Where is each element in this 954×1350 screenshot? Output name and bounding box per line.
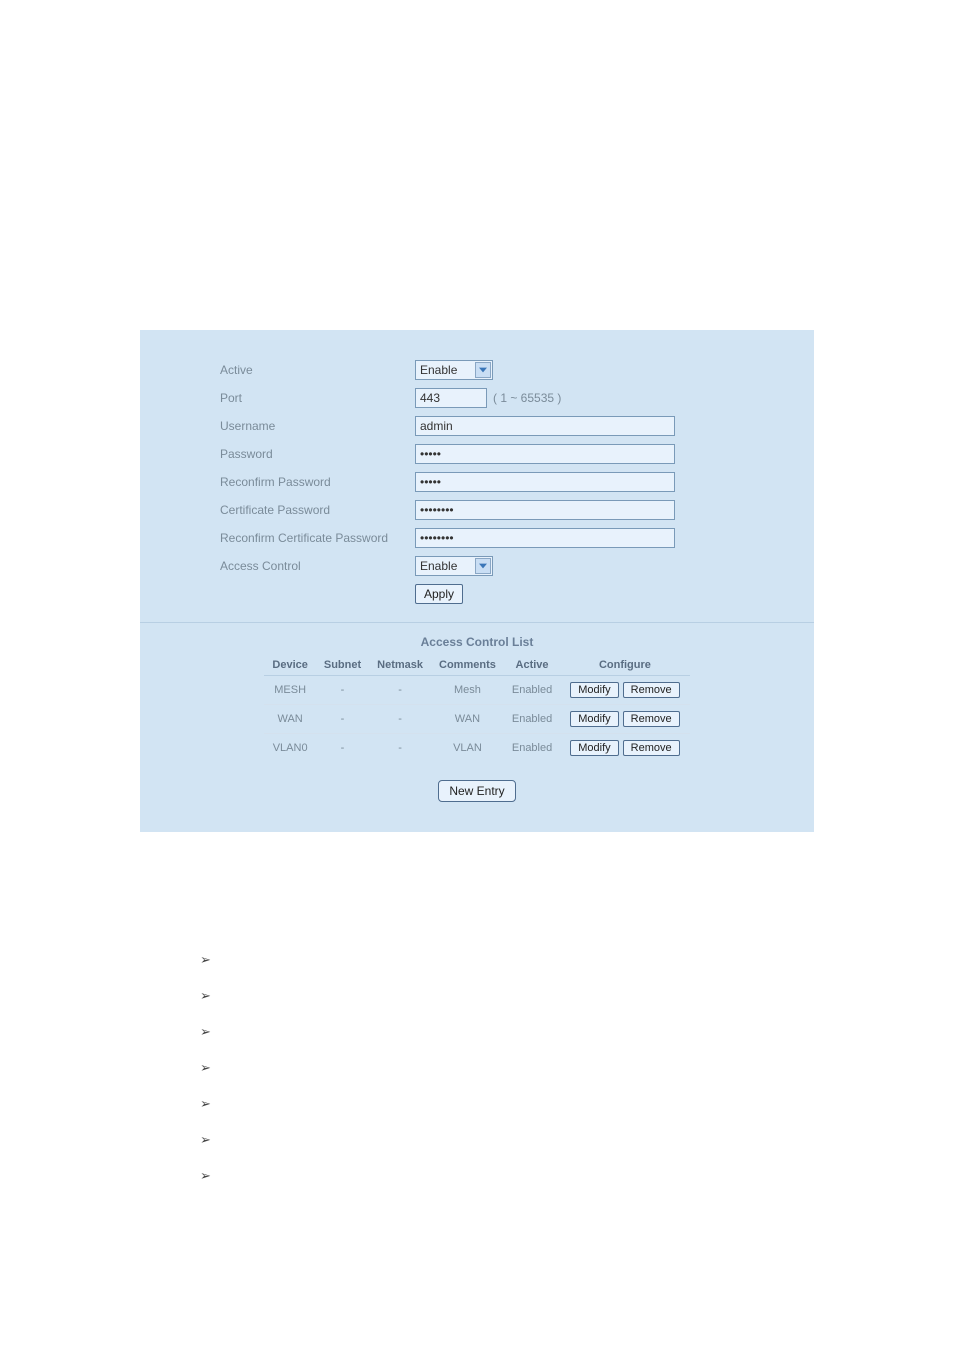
port-hint: ( 1 ~ 65535 ) <box>493 391 561 405</box>
bullet-item: ➢ <box>200 1168 954 1184</box>
acl-header-subnet: Subnet <box>316 655 369 676</box>
label-certificate-password: Certificate Password <box>220 503 415 517</box>
cell-comments: Mesh <box>431 676 504 705</box>
acl-table: Device Subnet Netmask Comments Active Co… <box>264 655 689 762</box>
modify-button[interactable]: Modify <box>570 711 618 727</box>
cell-device: WAN <box>264 705 315 734</box>
row-reconfirm-certificate-password: Reconfirm Certificate Password <box>220 528 734 548</box>
bullet-item: ➢ <box>200 1096 954 1112</box>
bullet-list: ➢ ➢ ➢ ➢ ➢ ➢ ➢ <box>200 952 954 1184</box>
reconfirm-certificate-password-input[interactable] <box>415 528 675 548</box>
certificate-password-input[interactable] <box>415 500 675 520</box>
cell-device: VLAN0 <box>264 734 315 763</box>
chevron-down-icon <box>475 558 491 574</box>
new-entry-wrapper: New Entry <box>140 780 814 802</box>
label-username: Username <box>220 419 415 433</box>
bullet-item: ➢ <box>200 952 954 968</box>
row-access-control: Access Control Enable <box>220 556 734 576</box>
label-active: Active <box>220 363 415 377</box>
bullet-item: ➢ <box>200 1132 954 1148</box>
acl-header-active: Active <box>504 655 560 676</box>
table-row: VLAN0--VLANEnabledModifyRemove <box>264 734 689 763</box>
label-reconfirm-password: Reconfirm Password <box>220 475 415 489</box>
active-select[interactable]: Enable <box>415 360 493 380</box>
cell-active: Enabled <box>504 705 560 734</box>
chevron-down-icon <box>475 362 491 378</box>
cell-comments: WAN <box>431 705 504 734</box>
remove-button[interactable]: Remove <box>623 682 680 698</box>
access-control-select[interactable]: Enable <box>415 556 493 576</box>
settings-panel: Active Enable Port ( 1 ~ 65535 ) Usernam… <box>140 330 814 832</box>
acl-title: Access Control List <box>140 635 814 649</box>
label-password: Password <box>220 447 415 461</box>
username-input[interactable] <box>415 416 675 436</box>
access-control-select-value: Enable <box>418 559 479 573</box>
cell-comments: VLAN <box>431 734 504 763</box>
modify-button[interactable]: Modify <box>570 740 618 756</box>
row-username: Username <box>220 416 734 436</box>
cell-configure: Modify Remove <box>560 705 689 734</box>
bullet-item: ➢ <box>200 1024 954 1040</box>
acl-header-configure: Configure <box>560 655 689 676</box>
acl-header-device: Device <box>264 655 315 676</box>
cell-device: MESH <box>264 676 315 705</box>
divider <box>140 622 814 623</box>
row-certificate-password: Certificate Password <box>220 500 734 520</box>
row-port: Port ( 1 ~ 65535 ) <box>220 388 734 408</box>
acl-header-netmask: Netmask <box>369 655 431 676</box>
cell-subnet: - <box>316 705 369 734</box>
form-area: Active Enable Port ( 1 ~ 65535 ) Usernam… <box>140 360 814 604</box>
password-input[interactable] <box>415 444 675 464</box>
cell-configure: Modify Remove <box>560 676 689 705</box>
cell-netmask: - <box>369 734 431 763</box>
row-password: Password <box>220 444 734 464</box>
cell-subnet: - <box>316 676 369 705</box>
apply-button[interactable]: Apply <box>415 584 463 604</box>
label-port: Port <box>220 391 415 405</box>
remove-button[interactable]: Remove <box>623 740 680 756</box>
cell-configure: Modify Remove <box>560 734 689 763</box>
label-access-control: Access Control <box>220 559 415 573</box>
active-select-value: Enable <box>418 363 479 377</box>
cell-subnet: - <box>316 734 369 763</box>
reconfirm-password-input[interactable] <box>415 472 675 492</box>
label-reconfirm-certificate-password: Reconfirm Certificate Password <box>220 531 415 545</box>
acl-header-comments: Comments <box>431 655 504 676</box>
row-reconfirm-password: Reconfirm Password <box>220 472 734 492</box>
port-input[interactable] <box>415 388 487 408</box>
bullet-item: ➢ <box>200 1060 954 1076</box>
cell-active: Enabled <box>504 676 560 705</box>
cell-netmask: - <box>369 705 431 734</box>
modify-button[interactable]: Modify <box>570 682 618 698</box>
table-row: MESH--MeshEnabledModifyRemove <box>264 676 689 705</box>
cell-active: Enabled <box>504 734 560 763</box>
remove-button[interactable]: Remove <box>623 711 680 727</box>
cell-netmask: - <box>369 676 431 705</box>
new-entry-button[interactable]: New Entry <box>438 780 515 802</box>
bullet-item: ➢ <box>200 988 954 1004</box>
row-active: Active Enable <box>220 360 734 380</box>
table-row: WAN--WANEnabledModifyRemove <box>264 705 689 734</box>
row-apply: Apply <box>220 584 734 604</box>
